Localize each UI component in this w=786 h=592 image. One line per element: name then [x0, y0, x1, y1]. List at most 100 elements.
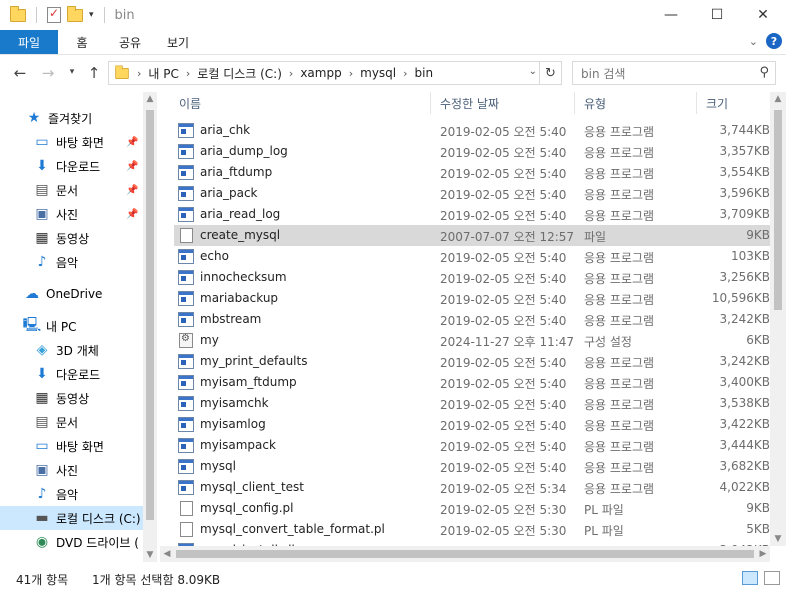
search-icon[interactable]: ⚲	[759, 65, 769, 80]
tab-share[interactable]: 공유	[106, 30, 154, 54]
file-row[interactable]: mysql_config.pl 2019-02-05 오전 5:30 PL 파일 9K…	[174, 498, 770, 519]
minimize-button[interactable]: —	[648, 0, 694, 30]
help-icon[interactable]: ?	[766, 33, 782, 49]
file-row[interactable]: aria_pack 2019-02-05 오전 5:40 응용 프로그램 3,596K…	[174, 183, 770, 204]
tab-file[interactable]: 파일	[0, 30, 58, 54]
file-row[interactable]: myisamchk 2019-02-05 오전 5:40 응용 프로그램 3,538K…	[174, 393, 770, 414]
refresh-icon[interactable]: ↻	[539, 62, 561, 84]
chevron-right-icon[interactable]: ›	[186, 67, 190, 80]
nav-videos[interactable]: ▦ 동영상	[0, 226, 143, 250]
address-bar[interactable]: › 내 PC › 로컬 디스크 (C:) › xampp › mysql › b…	[108, 61, 562, 85]
vertical-scrollbar[interactable]: ▲ ▼	[770, 92, 786, 546]
scroll-up-icon[interactable]: ▲	[143, 92, 157, 106]
breadcrumb-this-pc[interactable]: 내 PC	[148, 65, 178, 82]
pin-icon[interactable]: 📌	[126, 161, 138, 172]
forward-arrow-icon[interactable]: →	[38, 64, 58, 82]
chevron-right-icon[interactable]: ›	[289, 67, 293, 80]
pin-icon[interactable]: 📌	[126, 185, 138, 196]
star-icon: ★	[27, 110, 41, 126]
file-row[interactable]: myisam_ftdump 2019-02-05 오전 5:40 응용 프로그램 3,…	[174, 372, 770, 393]
scroll-down-icon[interactable]: ▼	[771, 532, 785, 546]
breadcrumb-xampp[interactable]: xampp	[300, 66, 341, 80]
file-row[interactable]: mariabackup 2019-02-05 오전 5:40 응용 프로그램 10,5…	[174, 288, 770, 309]
file-row[interactable]: aria_read_log 2019-02-05 오전 5:40 응용 프로그램 3,…	[174, 204, 770, 225]
file-row[interactable]: mysql_client_test 2019-02-05 오전 5:34 응용 프로…	[174, 477, 770, 498]
nav-pictures[interactable]: ▣ 사진 📌	[0, 202, 143, 226]
customize-toolbar-icon[interactable]: ▾	[89, 10, 94, 20]
file-row[interactable]: mbstream 2019-02-05 오전 5:40 응용 프로그램 3,242KB	[174, 309, 770, 330]
nav-downloads[interactable]: ⬇ 다운로드 📌	[0, 154, 143, 178]
file-name: myisam_ftdump	[200, 375, 297, 389]
pin-icon[interactable]: 📌	[126, 209, 138, 220]
file-row[interactable]: aria_ftdump 2019-02-05 오전 5:40 응용 프로그램 3,55…	[174, 162, 770, 183]
file-row[interactable]: my_print_defaults 2019-02-05 오전 5:40 응용 프로…	[174, 351, 770, 372]
nav-this-pc[interactable]: 🖳 내 PC	[0, 314, 143, 338]
divider[interactable]	[430, 92, 431, 114]
pin-icon[interactable]: 📌	[126, 137, 138, 148]
application-icon	[178, 249, 194, 264]
nav-downloads-pc[interactable]: ⬇ 다운로드	[0, 362, 143, 386]
scroll-down-icon[interactable]: ▼	[143, 548, 157, 562]
scroll-right-icon[interactable]: ▶	[756, 547, 770, 561]
file-row[interactable]: my 2024-11-27 오후 11:47 구성 설정 6KB	[174, 330, 770, 351]
back-arrow-icon[interactable]: ←	[10, 64, 30, 82]
scrollbar-thumb[interactable]	[774, 110, 782, 310]
tab-view[interactable]: 보기	[154, 30, 202, 54]
nav-pictures-pc[interactable]: ▣ 사진	[0, 458, 143, 482]
nav-onedrive[interactable]: ☁ OneDrive	[0, 282, 143, 306]
document-icon: ▤	[35, 414, 49, 430]
column-size[interactable]: 크기	[706, 95, 728, 112]
address-dropdown-icon[interactable]: ⌄	[529, 66, 537, 77]
nav-documents-pc[interactable]: ▤ 문서	[0, 410, 143, 434]
chevron-right-icon[interactable]: ›	[349, 67, 353, 80]
properties-icon[interactable]	[47, 6, 61, 23]
details-view-icon[interactable]	[742, 571, 758, 585]
horizontal-scrollbar[interactable]: ◀ ▶	[160, 546, 770, 562]
file-row[interactable]: create_mysql 2007-07-07 오전 12:57 파일 9KB	[174, 225, 770, 246]
column-date[interactable]: 수정한 날짜	[440, 95, 499, 112]
up-arrow-icon[interactable]: ↑	[84, 64, 104, 82]
file-row[interactable]: myisampack 2019-02-05 오전 5:40 응용 프로그램 3,444…	[174, 435, 770, 456]
nav-scrollbar[interactable]: ▲ ▼	[143, 92, 157, 562]
close-button[interactable]: ✕	[740, 0, 786, 30]
expand-ribbon-icon[interactable]: ⌄	[749, 35, 758, 48]
nav-quick-access[interactable]: ★ 즐겨찾기	[26, 106, 157, 130]
scroll-left-icon[interactable]: ◀	[160, 547, 174, 561]
divider[interactable]	[696, 92, 697, 114]
file-row[interactable]: echo 2019-02-05 오전 5:40 응용 프로그램 103KB	[174, 246, 770, 267]
maximize-button[interactable]: ☐	[694, 0, 740, 30]
chevron-right-icon[interactable]: ›	[403, 67, 407, 80]
scroll-up-icon[interactable]: ▲	[771, 92, 785, 106]
file-row[interactable]: innochecksum 2019-02-05 오전 5:40 응용 프로그램 3,2…	[174, 267, 770, 288]
nav-desktop[interactable]: ▭ 바탕 화면 📌	[0, 130, 143, 154]
column-name[interactable]: 이름	[179, 95, 201, 112]
file-size: 3,596KB	[719, 186, 770, 200]
new-folder-icon[interactable]	[67, 5, 83, 22]
chevron-right-icon[interactable]: ›	[137, 67, 141, 80]
scrollbar-thumb[interactable]	[176, 550, 754, 558]
divider[interactable]	[574, 92, 575, 114]
scrollbar-thumb[interactable]	[146, 110, 154, 520]
nav-music-pc[interactable]: ♪ 음악	[0, 482, 143, 506]
column-type[interactable]: 유형	[584, 95, 606, 112]
file-row[interactable]: myisamlog 2019-02-05 오전 5:40 응용 프로그램 3,422K…	[174, 414, 770, 435]
search-input[interactable]: bin 검색 ⚲	[572, 61, 776, 85]
file-name: my_print_defaults	[200, 354, 308, 368]
nav-local-disk[interactable]: ▬ 로컬 디스크 (C:)	[0, 506, 143, 530]
file-row[interactable]: mysql 2019-02-05 오전 5:40 응용 프로그램 3,682KB	[174, 456, 770, 477]
nav-desktop-pc[interactable]: ▭ 바탕 화면	[0, 434, 143, 458]
breadcrumb-local-disk[interactable]: 로컬 디스크 (C:)	[197, 65, 282, 82]
large-icons-view-icon[interactable]	[764, 571, 780, 585]
file-row[interactable]: aria_dump_log 2019-02-05 오전 5:40 응용 프로그램 3,…	[174, 141, 770, 162]
nav-music[interactable]: ♪ 음악	[0, 250, 143, 274]
nav-dvd-drive[interactable]: ◉ DVD 드라이브 (	[0, 530, 143, 554]
recent-locations-icon[interactable]: ▾	[62, 67, 82, 77]
nav-3d-objects[interactable]: ◈ 3D 개체	[0, 338, 143, 362]
breadcrumb-mysql[interactable]: mysql	[360, 66, 396, 80]
file-row[interactable]: mysql_convert_table_format.pl 2019-02-05 …	[174, 519, 770, 540]
breadcrumb-bin[interactable]: bin	[415, 66, 434, 80]
file-row[interactable]: aria_chk 2019-02-05 오전 5:40 응용 프로그램 3,744KB	[174, 120, 770, 141]
nav-videos-pc[interactable]: ▦ 동영상	[0, 386, 143, 410]
tab-home[interactable]: 홈	[58, 30, 106, 54]
nav-documents[interactable]: ▤ 문서 📌	[0, 178, 143, 202]
